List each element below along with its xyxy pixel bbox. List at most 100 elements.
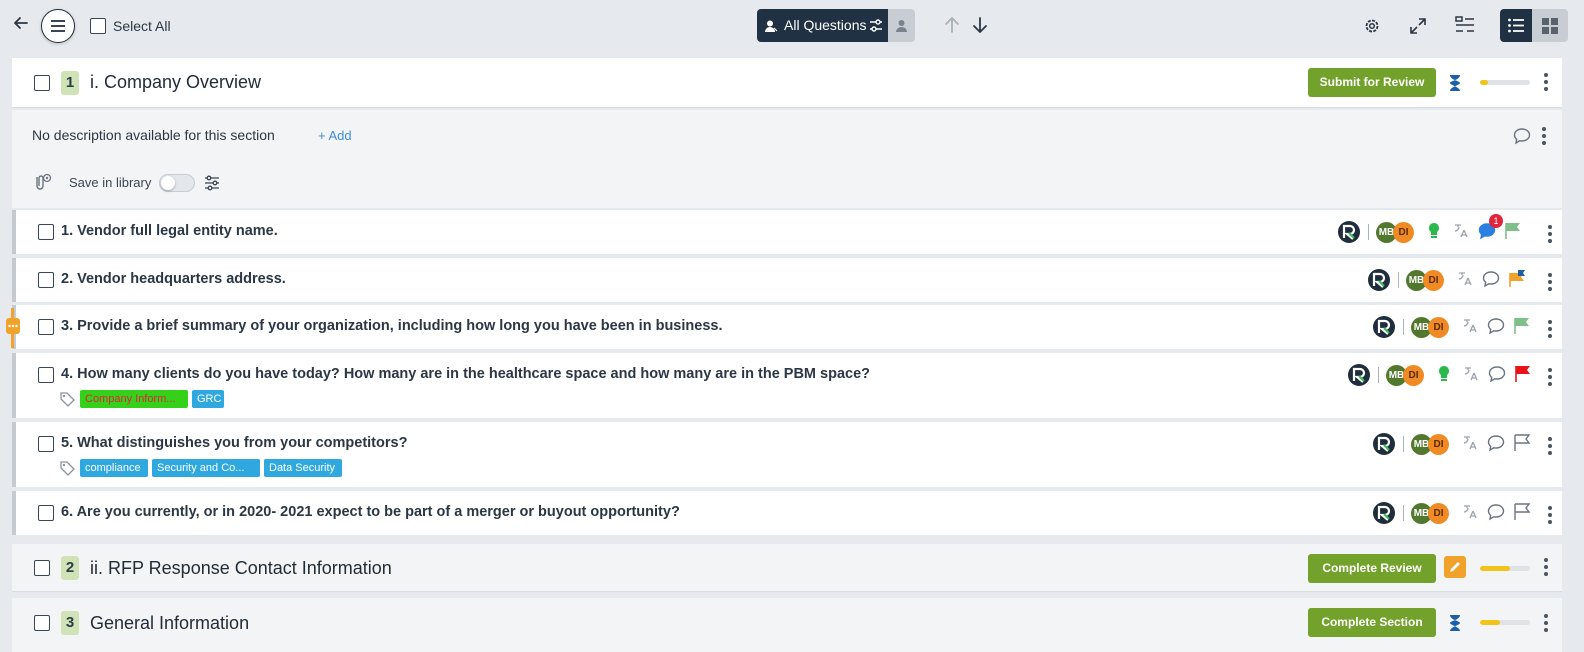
translate-icon[interactable] (1452, 222, 1470, 245)
question-checkbox[interactable] (38, 505, 54, 521)
progress-fill (1480, 620, 1500, 625)
question-title[interactable]: 2. Vendor headquarters address. (61, 271, 286, 287)
tag-chip[interactable]: Data Security (264, 459, 342, 477)
grid-view-button[interactable] (1532, 9, 1568, 42)
question-row[interactable]: 1. Vendor full legal entity name. MB DI 1 (12, 210, 1562, 254)
tag-chip[interactable]: Security and Co... (152, 459, 260, 477)
flag-icon[interactable] (1513, 433, 1531, 458)
question-row[interactable]: 6. Are you currently, or in 2020- 2021 e… (12, 491, 1562, 535)
arrow-up-icon[interactable] (944, 16, 960, 34)
comment-icon[interactable] (1488, 365, 1506, 388)
question-checkbox[interactable] (38, 436, 54, 452)
settings-gear-icon[interactable] (1363, 17, 1381, 35)
add-description-link[interactable]: + Add (318, 128, 352, 143)
response-source-logo-icon[interactable] (1373, 502, 1395, 524)
question-more-icon[interactable] (1548, 506, 1552, 527)
comment-icon[interactable] (1513, 127, 1531, 145)
flag-icon[interactable] (1504, 221, 1522, 246)
translate-icon[interactable] (1456, 270, 1474, 293)
list-view-button[interactable] (1500, 9, 1532, 42)
comment-icon[interactable] (1482, 270, 1500, 293)
hourglass-icon[interactable] (1448, 74, 1462, 92)
comment-icon[interactable] (1487, 503, 1505, 526)
assignee-avatar[interactable]: DI (1423, 270, 1444, 291)
assignee-avatar[interactable]: DI (1393, 222, 1414, 243)
assignee-avatar[interactable]: DI (1403, 365, 1424, 386)
question-row[interactable]: 3. Provide a brief summary of your organ… (12, 305, 1562, 349)
question-row[interactable]: 4. How many clients do you have today? H… (12, 353, 1562, 418)
section-title[interactable]: General Information (90, 613, 249, 634)
save-in-library-toggle[interactable] (159, 174, 195, 192)
question-title[interactable]: 1. Vendor full legal entity name. (61, 223, 278, 239)
question-more-icon[interactable] (1548, 368, 1552, 389)
response-source-logo-icon[interactable] (1368, 269, 1390, 291)
translate-icon[interactable] (1461, 503, 1479, 526)
tag-icon (59, 391, 75, 412)
suggestion-bulb-icon[interactable] (1426, 221, 1442, 246)
response-source-logo-icon[interactable] (1348, 364, 1370, 386)
comment-icon[interactable] (1487, 317, 1505, 340)
question-more-icon[interactable] (1548, 437, 1552, 458)
list-icon (1508, 18, 1524, 33)
outline-view-icon[interactable] (1455, 16, 1475, 34)
comment-icon[interactable] (1487, 434, 1505, 457)
assignee-avatar[interactable]: DI (1428, 317, 1449, 338)
question-title[interactable]: 3. Provide a brief summary of your organ… (61, 318, 722, 334)
menu-button[interactable] (41, 9, 75, 43)
select-all-checkbox[interactable] (90, 18, 106, 34)
flag-icon[interactable] (1513, 316, 1531, 341)
section-description-panel: No description available for this sectio… (12, 110, 1562, 208)
flag-icon[interactable] (1514, 364, 1532, 389)
row-note-marker-icon[interactable] (6, 318, 20, 334)
question-more-icon[interactable] (1548, 320, 1552, 341)
section-checkbox[interactable] (34, 560, 50, 576)
section-more-icon[interactable] (1544, 73, 1548, 94)
library-settings-icon[interactable] (204, 175, 220, 191)
assignee-avatar[interactable]: DI (1428, 434, 1449, 455)
complete-section-button[interactable]: Complete Section (1308, 608, 1436, 637)
tag-chip[interactable]: Company Inform... (80, 390, 188, 408)
section-title[interactable]: ii. RFP Response Contact Information (90, 558, 392, 579)
section-more-icon[interactable] (1544, 558, 1548, 579)
section-header: 3 General Information Complete Section (12, 598, 1562, 652)
assignee-avatar[interactable]: DI (1428, 503, 1449, 524)
response-source-logo-icon[interactable] (1373, 316, 1395, 338)
flag-icon[interactable] (1513, 502, 1531, 527)
question-filter-button[interactable]: All Questions (757, 9, 888, 42)
back-arrow-icon[interactable] (12, 14, 30, 32)
translate-icon[interactable] (1461, 317, 1479, 340)
section-more-icon[interactable] (1544, 614, 1548, 635)
translate-icon[interactable] (1461, 434, 1479, 457)
flag-icon[interactable] (1508, 269, 1526, 294)
question-title[interactable]: 6. Are you currently, or in 2020- 2021 e… (61, 504, 680, 520)
translate-icon[interactable] (1462, 365, 1480, 388)
save-in-library-label: Save in library (69, 175, 152, 190)
question-checkbox[interactable] (38, 272, 54, 288)
section-checkbox[interactable] (34, 615, 50, 631)
question-checkbox[interactable] (38, 224, 54, 240)
assignee-filter-button[interactable] (888, 9, 915, 42)
question-checkbox[interactable] (38, 319, 54, 335)
question-title[interactable]: 5. What distinguishes you from your comp… (61, 435, 407, 451)
response-source-logo-icon[interactable] (1338, 221, 1360, 243)
expand-icon[interactable] (1409, 17, 1427, 35)
submit-for-review-button[interactable]: Submit for Review (1308, 68, 1436, 97)
tag-chip[interactable]: compliance (80, 459, 148, 477)
suggestion-bulb-icon[interactable] (1436, 364, 1452, 389)
tag-chip[interactable]: GRC (192, 390, 224, 408)
description-more-icon[interactable] (1542, 127, 1546, 148)
question-actions: MB DI (1368, 266, 1566, 294)
complete-review-button[interactable]: Complete Review (1308, 554, 1436, 583)
question-more-icon[interactable] (1548, 225, 1552, 246)
section-checkbox[interactable] (34, 75, 50, 91)
question-more-icon[interactable] (1548, 273, 1552, 294)
question-title[interactable]: 4. How many clients do you have today? H… (61, 366, 870, 382)
hourglass-icon[interactable] (1448, 614, 1462, 632)
question-row[interactable]: 2. Vendor headquarters address. MB DI (12, 258, 1562, 302)
response-source-logo-icon[interactable] (1373, 433, 1395, 455)
pencil-icon[interactable] (1444, 556, 1466, 578)
question-checkbox[interactable] (38, 367, 54, 383)
arrow-down-icon[interactable] (972, 16, 988, 34)
section-title[interactable]: i. Company Overview (90, 72, 261, 93)
question-row[interactable]: 5. What distinguishes you from your comp… (12, 422, 1562, 487)
